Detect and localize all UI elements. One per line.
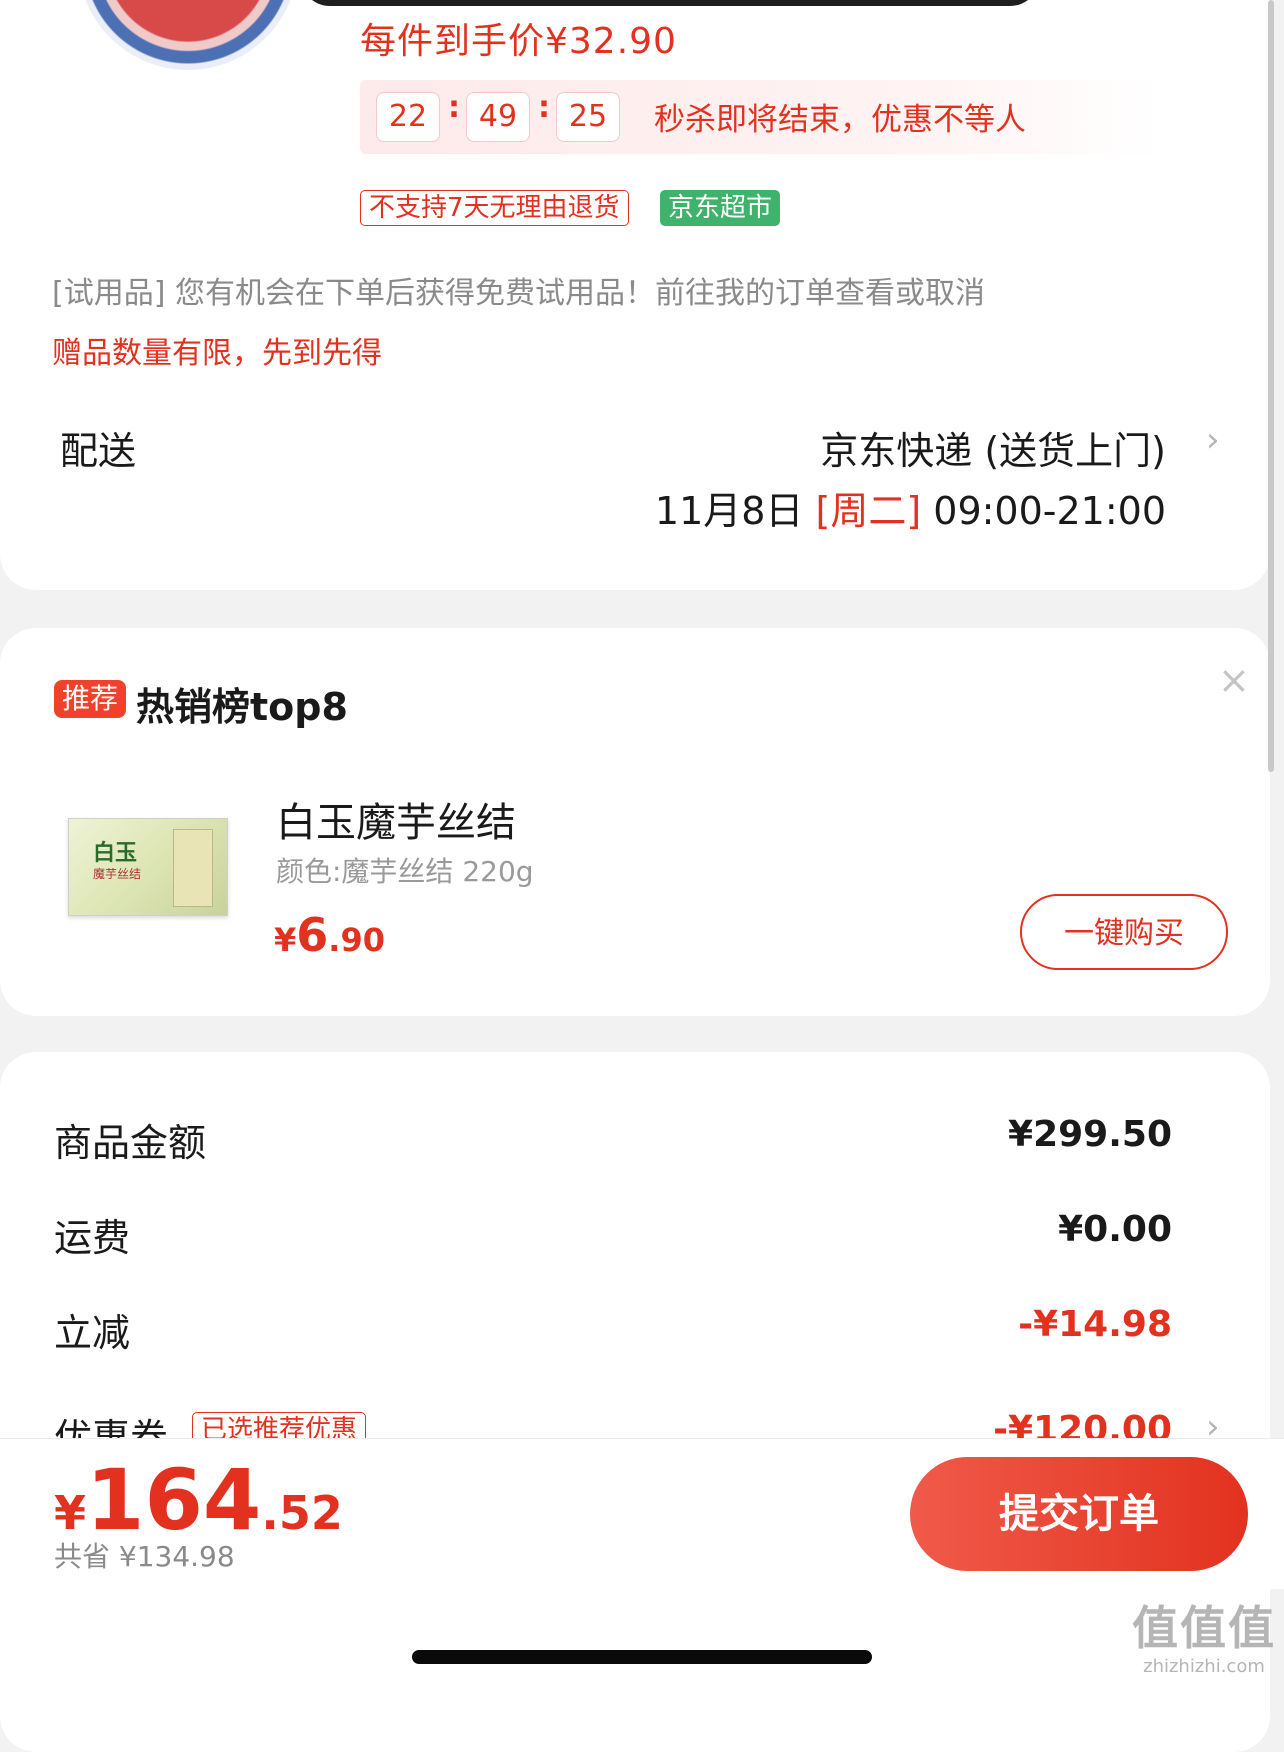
- total-decimal: .52: [261, 1486, 343, 1540]
- price-decimal: .90: [328, 921, 385, 959]
- price-integer: 6: [296, 908, 329, 962]
- countdown-text: 秒杀即将结束，优惠不等人: [654, 102, 1026, 138]
- total-currency: ¥: [54, 1486, 87, 1540]
- gift-notice: 赠品数量有限，先到先得: [52, 336, 382, 371]
- recommend-card: 推荐 热销榜top8 × 白玉 魔芋丝结 白玉魔芋丝结 颜色:魔芋丝结 220g…: [0, 628, 1270, 1016]
- discount-label: 立减: [54, 1311, 131, 1355]
- one-click-buy-button[interactable]: 一键购买: [1020, 894, 1228, 970]
- each-price: 每件到手价¥32.90: [360, 21, 677, 62]
- shipping-value: ¥0.00: [1058, 1209, 1172, 1250]
- top-overlay-bar: [300, 0, 1040, 6]
- watermark: 值值值 zhizhizhi.com: [1132, 1600, 1276, 1686]
- recommend-product-name[interactable]: 白玉魔芋丝结: [276, 790, 516, 848]
- countdown-bar: 22 : 49 : 25 秒杀即将结束，优惠不等人: [360, 80, 1160, 154]
- home-indicator[interactable]: [412, 1650, 872, 1664]
- image-subtitle: 魔芋丝结: [93, 867, 142, 881]
- goods-amount-label: 商品金额: [54, 1121, 207, 1165]
- scrollbar[interactable]: [1268, 0, 1274, 772]
- image-package-strip: [173, 829, 213, 907]
- shipping-label: 运费: [54, 1216, 131, 1260]
- delivery-method[interactable]: 京东快递 (送货上门): [820, 420, 1166, 475]
- watermark-logo: 值值值: [1132, 1601, 1276, 1655]
- return-policy-tag: 不支持7天无理由退货: [360, 190, 629, 226]
- countdown-seconds: 25: [556, 92, 620, 142]
- delivery-weekday: [周二]: [815, 489, 922, 533]
- total-saved: 共省 ¥134.98: [54, 1540, 235, 1573]
- countdown-hours: 22: [376, 92, 440, 142]
- checkout-bar: ¥164.52 共省 ¥134.98 提交订单: [0, 1438, 1284, 1589]
- product-image[interactable]: [78, 0, 298, 70]
- recommend-product-image[interactable]: 白玉 魔芋丝结: [68, 818, 228, 916]
- discount-value: -¥14.98: [1018, 1304, 1172, 1345]
- store-tag: 京东超市: [660, 190, 781, 226]
- summary-card: 商品金额 ¥299.50 运费 ¥0.00 立减 -¥14.98 优惠券 已选推…: [0, 1052, 1270, 1752]
- image-title: 白玉: [93, 841, 138, 866]
- watermark-url: zhizhizhi.com: [1143, 1656, 1265, 1677]
- recommend-badge: 推荐: [54, 680, 127, 718]
- submit-order-button[interactable]: 提交订单: [910, 1457, 1248, 1571]
- recommend-product-spec: 颜色:魔芋丝结 220g: [276, 855, 534, 888]
- delivery-time[interactable]: 11月8日 [周二] 09:00-21:00: [655, 480, 1166, 535]
- countdown-separator: :: [538, 90, 550, 125]
- chevron-right-icon[interactable]: ›: [1206, 420, 1220, 460]
- delivery-label: 配送: [60, 429, 137, 473]
- price-currency: ¥: [274, 921, 297, 959]
- countdown-minutes: 49: [466, 92, 530, 142]
- product-card: 每件到手价¥32.90 22 : 49 : 25 秒杀即将结束，优惠不等人 不支…: [0, 0, 1270, 590]
- trial-notice[interactable]: [试用品] 您有机会在下单后获得免费试用品！前往我的订单查看或取消: [52, 268, 985, 312]
- recommend-product-price: ¥6.90: [274, 908, 385, 962]
- goods-amount-value: ¥299.50: [1008, 1114, 1172, 1155]
- recommend-title: 热销榜top8: [136, 685, 348, 729]
- delivery-date: 11月8日: [654, 489, 804, 533]
- close-icon[interactable]: ×: [1218, 658, 1250, 702]
- countdown-separator: :: [448, 90, 460, 125]
- delivery-window: 09:00-21:00: [933, 489, 1166, 533]
